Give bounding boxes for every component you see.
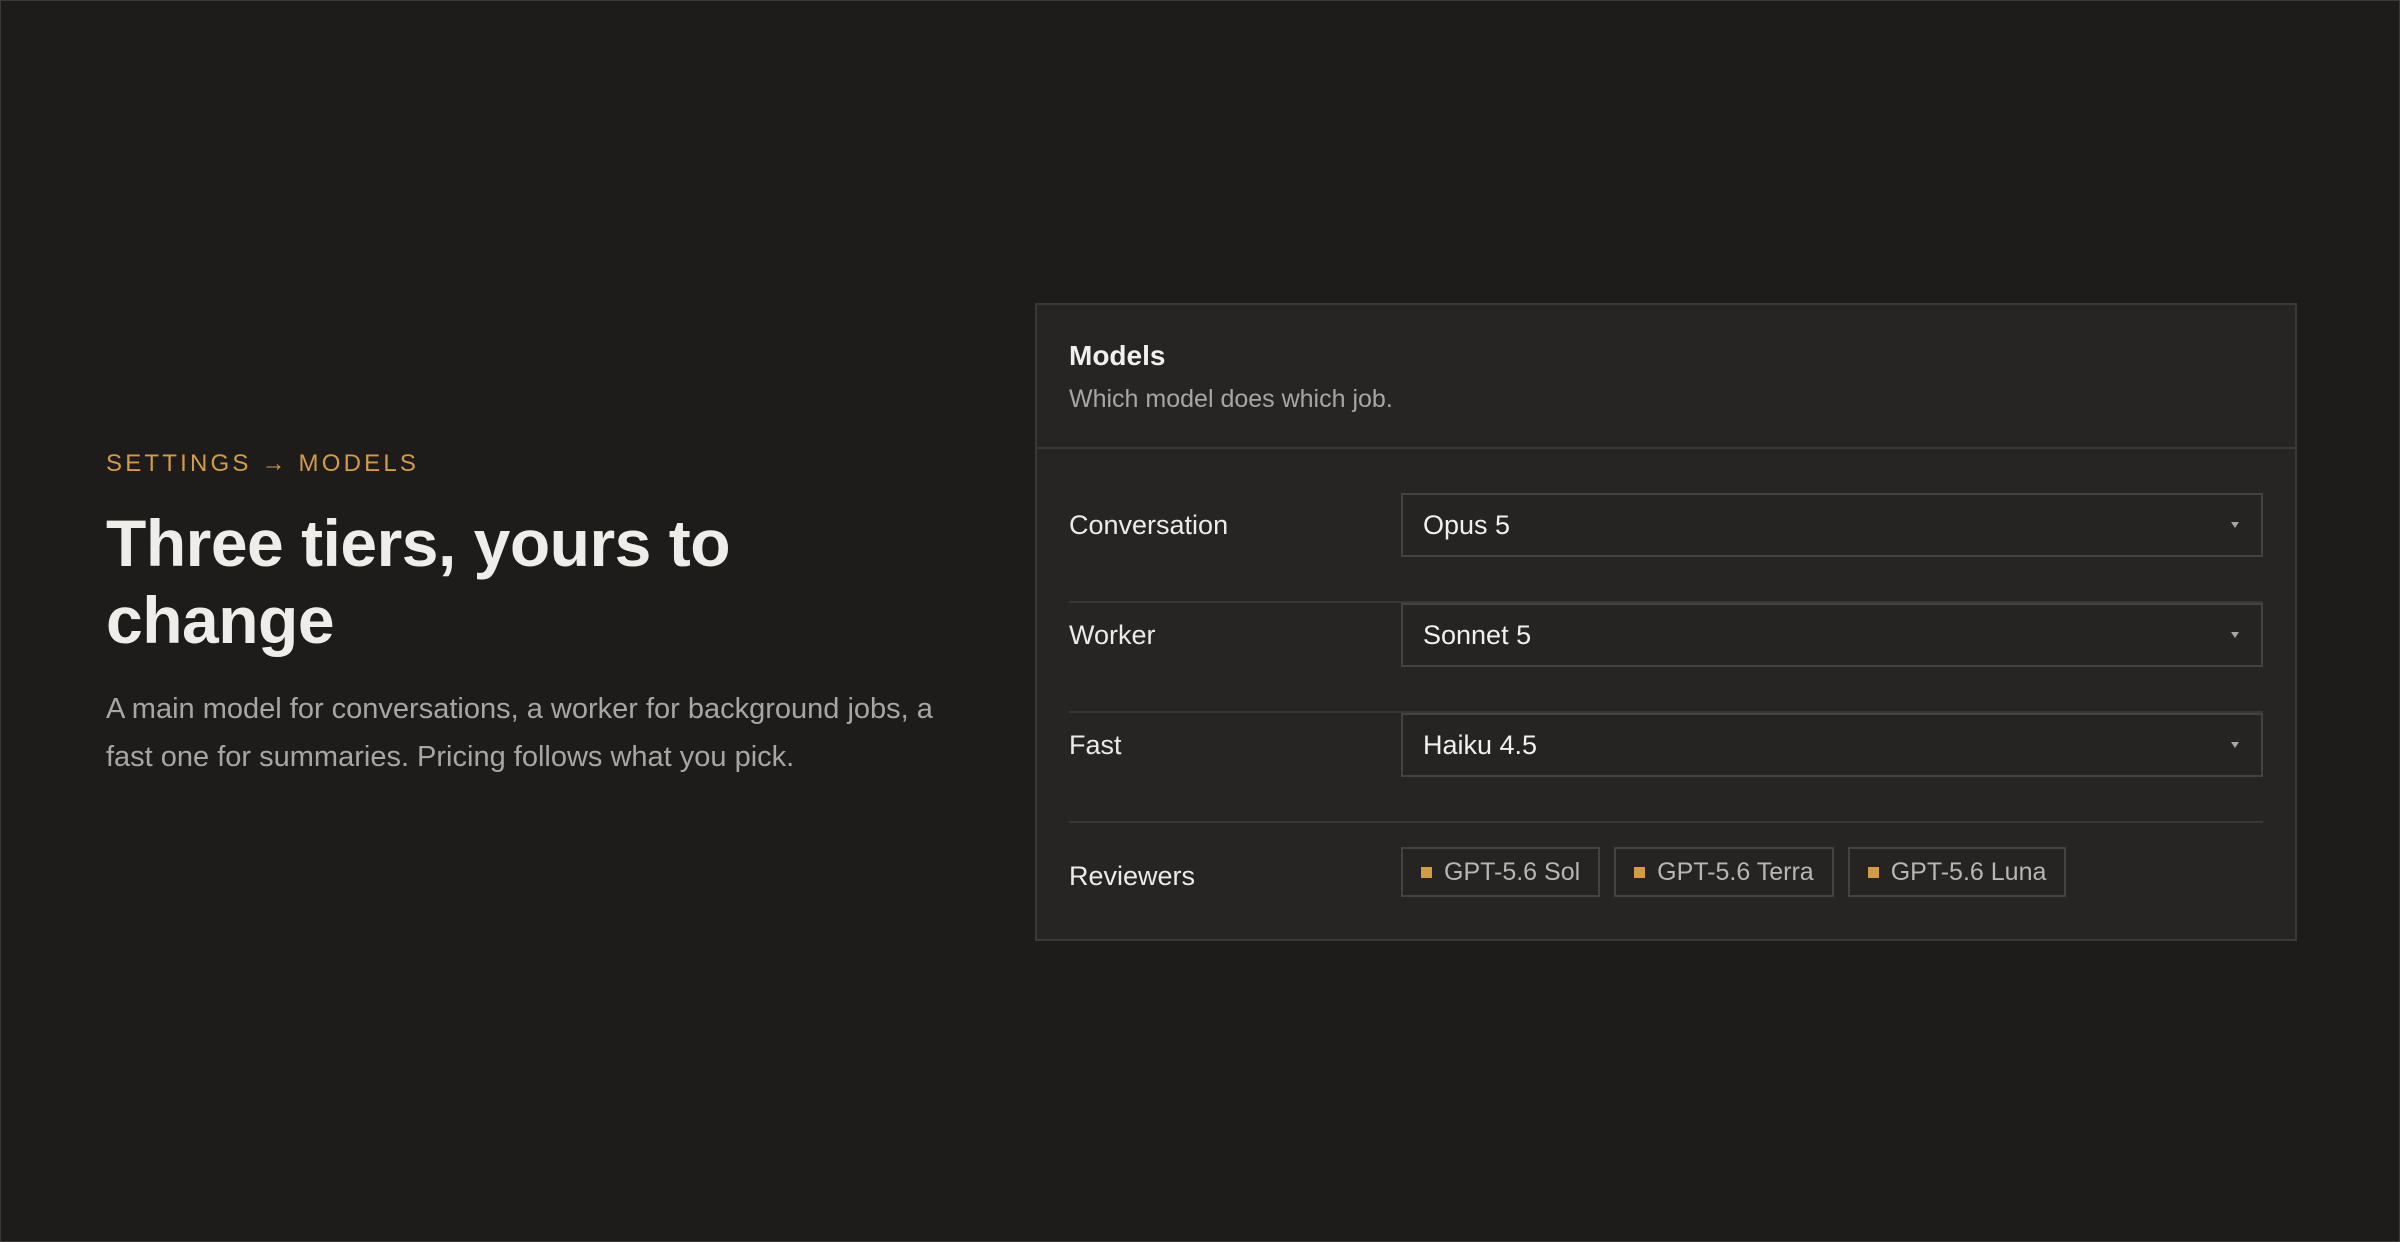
chip-label: GPT-5.6 Luna [1890,858,2047,886]
square-dot-icon [1867,866,1879,878]
reviewer-chip[interactable]: GPT-5.6 Luna [1847,847,2067,897]
page-frame: SETTINGS → MODELS Three tiers, yours to … [0,0,2400,1242]
setting-label: Reviewers [1069,861,1196,891]
card-title: Models [1069,340,1166,371]
square-dot-icon [1421,866,1432,878]
select-value: Sonnet 5 [1423,620,1532,650]
chevron-down-icon [2231,632,2239,638]
chevron-down-icon [2231,742,2239,748]
models-card: Models Which model does which job. Conve… [1035,303,2297,941]
card-header: Models Which model does which job. [1037,305,2295,449]
hero-section: SETTINGS → MODELS Three tiers, yours to … [106,449,966,781]
chevron-down-icon [2231,522,2239,528]
setting-label: Worker [1069,620,1156,650]
reviewer-chip[interactable]: GPT-5.6 Sol [1401,847,1601,897]
chip-label: GPT-5.6 Sol [1444,858,1581,886]
setting-label: Conversation [1069,510,1229,540]
setting-label: Fast [1069,730,1122,760]
reviewer-chip[interactable]: GPT-5.6 Terra [1614,847,1834,897]
conversation-model-select[interactable]: Opus 5 [1401,493,2263,557]
chip-label: GPT-5.6 Terra [1657,858,1814,886]
setting-row-reviewers: Reviewers GPT-5.6 Sol GPT-5.6 Terra GPT-… [1069,847,2263,917]
setting-row-worker: Worker Sonnet 5 [1069,603,2263,713]
fast-model-select[interactable]: Haiku 4.5 [1401,713,2263,777]
card-subtitle: Which model does which job. [1069,385,1393,413]
model-settings-list: Conversation Opus 5 Worker Sonnet 5 Fast… [1069,493,2263,917]
page-description: A main model for conversations, a worker… [106,693,933,773]
worker-model-select[interactable]: Sonnet 5 [1401,603,2263,667]
page-title: Three tiers, yours to change [106,506,731,657]
reviewer-chip-list: GPT-5.6 Sol GPT-5.6 Terra GPT-5.6 Luna [1401,847,2067,897]
select-value: Haiku 4.5 [1423,730,1538,760]
square-dot-icon [1634,866,1646,878]
setting-row-fast: Fast Haiku 4.5 [1069,713,2263,823]
setting-row-conversation: Conversation Opus 5 [1069,493,2263,603]
breadcrumb: SETTINGS → MODELS [106,450,420,477]
select-value: Opus 5 [1423,510,1511,540]
